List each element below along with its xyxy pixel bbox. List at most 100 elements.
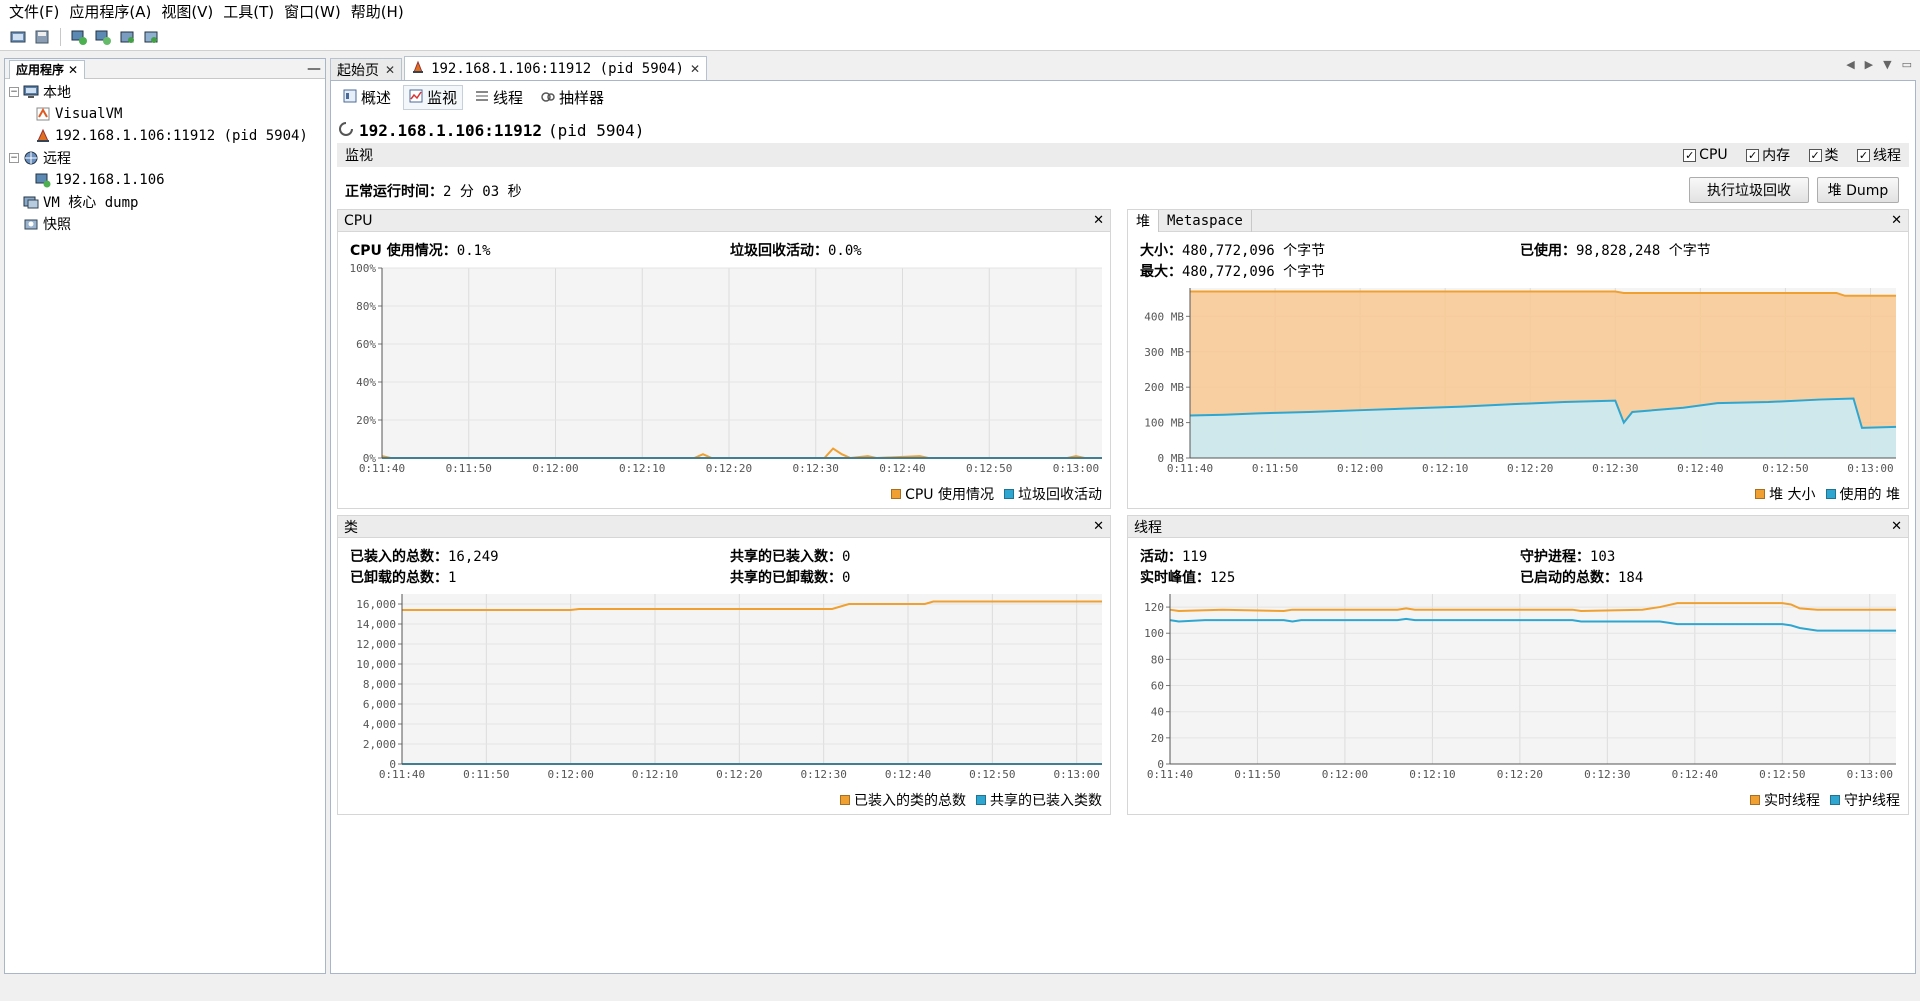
tree-item[interactable]: 192.168.1.106:11912 (pid 5904) <box>5 125 325 147</box>
checkbox-classes[interactable]: ✓ 类 <box>1808 145 1839 165</box>
checkbox-cpu-label: CPU <box>1699 147 1728 163</box>
tab-threads[interactable]: 线程 <box>469 85 529 110</box>
stat-value: 480,772,096 个字节 <box>1182 264 1326 280</box>
y-tick-label: 40 <box>1151 706 1164 719</box>
classes-legend: 已装入的类的总数 共享的已装入类数 <box>840 790 1102 810</box>
tree-item[interactable]: VisualVM <box>5 103 325 125</box>
stat-label: 共享的已卸载数： <box>730 570 842 586</box>
applications-tab[interactable]: 应用程序 ✕ <box>9 59 86 79</box>
x-tick-label: 0:13:00 <box>1053 462 1099 475</box>
tab-controls: ◀ ▶ ▼ ▭ <box>1846 58 1912 71</box>
tree-item-label: 远程 <box>43 151 71 167</box>
java-app-icon <box>411 60 425 78</box>
legend-item: 共享的已装入类数 <box>976 790 1102 810</box>
tree-item[interactable]: VM 核心 dump <box>5 191 325 213</box>
menu-bar: 文件(F) 应用程序(A) 视图(V) 工具(T) 窗口(W) 帮助(H) <box>0 0 1920 24</box>
x-tick-label: 0:12:30 <box>793 462 839 475</box>
tab-heap[interactable]: 堆 <box>1128 209 1159 232</box>
heap-chart: 0:11:40 0:11:50 0:12:00 0:12:10 0:12:20 0:12:… <box>1144 288 1897 475</box>
checkbox-checked-icon: ✓ <box>1746 148 1760 162</box>
close-icon[interactable]: ✕ <box>690 62 700 76</box>
menu-view[interactable]: 视图(V) <box>156 0 218 24</box>
x-tick-label: 0:12:10 <box>619 462 665 475</box>
stat-value: 119 <box>1182 549 1208 565</box>
add-jmx-connection-icon[interactable] <box>69 27 89 47</box>
tree-item-label: 192.168.1.106:11912 (pid 5904) <box>55 128 308 144</box>
tab-metaspace[interactable]: Metaspace <box>1159 209 1252 232</box>
save-icon[interactable] <box>32 27 52 47</box>
y-tick-label: 40% <box>356 376 376 389</box>
load-snapshot-icon[interactable] <box>8 27 28 47</box>
y-tick-label: 80 <box>1151 653 1164 666</box>
y-tick-label: 12,000 <box>356 638 396 651</box>
total-loaded-stat: 已装入的总数：16,249 <box>350 546 499 566</box>
legend-item: CPU 使用情况 <box>891 484 994 504</box>
menu-help[interactable]: 帮助(H) <box>346 0 409 24</box>
network-icon <box>23 150 39 166</box>
tab-overview-label: 概述 <box>361 89 392 107</box>
menu-window[interactable]: 窗口(W) <box>279 0 346 24</box>
minimize-icon[interactable]: — <box>307 61 321 77</box>
legend-item: 堆 大小 <box>1755 484 1816 504</box>
checkbox-threads[interactable]: ✓ 线程 <box>1857 145 1901 165</box>
classes-panel: 类 ✕ 已装入的总数：16,249 已卸载的总数：1 共享的已装入数：0 共享的… <box>337 515 1111 815</box>
collapse-toggle-icon[interactable]: − <box>9 153 19 163</box>
java-app-icon <box>35 128 51 144</box>
close-icon[interactable]: ✕ <box>1891 213 1902 228</box>
add-remote-host-icon[interactable] <box>93 27 113 47</box>
tree-item-label: 192.168.1.106 <box>55 172 165 188</box>
checkbox-checked-icon: ✓ <box>1683 148 1697 162</box>
scroll-left-icon[interactable]: ◀ <box>1846 58 1854 71</box>
y-tick-label: 2,000 <box>363 738 396 751</box>
x-tick-label: 0:11:50 <box>1234 768 1280 781</box>
x-tick-label: 0:12:10 <box>632 768 678 781</box>
legend-item: 守护线程 <box>1830 790 1900 810</box>
y-tick-label: 0 <box>389 758 396 771</box>
y-tick-label: 400 MB <box>1144 310 1184 323</box>
tree-item[interactable]: − 远程 <box>5 147 325 169</box>
x-tick-label: 0:12:30 <box>1584 768 1630 781</box>
tab-start-page[interactable]: 起始页 ✕ <box>330 58 403 80</box>
tab-overview[interactable]: 概述 <box>337 85 397 110</box>
checkbox-cpu[interactable]: ✓ CPU <box>1683 147 1728 163</box>
legend-swatch <box>976 795 986 805</box>
heap-used-stat: 已使用：98,828,248 个字节 <box>1520 240 1711 260</box>
menu-tools[interactable]: 工具(T) <box>218 0 279 24</box>
scroll-right-icon[interactable]: ▶ <box>1865 58 1873 71</box>
close-icon[interactable]: ✕ <box>68 63 78 77</box>
tab-process[interactable]: 192.168.1.106:11912 (pid 5904) ✕ <box>404 56 707 80</box>
checkbox-memory[interactable]: ✓ 内存 <box>1746 145 1790 165</box>
overview-icon <box>343 89 357 107</box>
y-tick-label: 100 <box>1144 627 1164 640</box>
legend-label: 垃圾回收活动 <box>1018 487 1102 503</box>
tab-list-icon[interactable]: ▼ <box>1883 58 1891 71</box>
add-vm-coredump-icon[interactable] <box>117 27 137 47</box>
uptime-label: 正常运行时间： <box>345 184 443 200</box>
tree-item[interactable]: 快照 <box>5 213 325 235</box>
tab-sampler[interactable]: 抽样器 <box>535 85 610 110</box>
applications-tree: − 本地 VisualVM 192.168.1.106:11912 (pid 5904… <box>5 79 325 235</box>
toolbar <box>0 24 1920 51</box>
collapse-toggle-icon[interactable]: − <box>9 87 19 97</box>
close-icon[interactable]: ✕ <box>1093 519 1104 534</box>
close-icon[interactable]: ✕ <box>385 63 395 77</box>
heap-panel: 堆 Metaspace ✕ 大小：480,772,096 个字节 最大：480,… <box>1127 209 1909 509</box>
tree-item[interactable]: − 本地 <box>5 81 325 103</box>
close-icon[interactable]: ✕ <box>1891 519 1902 534</box>
stat-value: 0.0% <box>828 243 862 259</box>
x-tick-label: 0:12:30 <box>1592 462 1638 475</box>
close-icon[interactable]: ✕ <box>1093 213 1104 228</box>
tree-item[interactable]: 192.168.1.106 <box>5 169 325 191</box>
tab-monitor[interactable]: 监视 <box>403 85 464 110</box>
y-tick-label: 20% <box>356 414 376 427</box>
classes-panel-header: 类 ✕ <box>338 516 1110 538</box>
maximize-icon[interactable]: ▭ <box>1902 58 1912 71</box>
document-tabs: 起始页 ✕ 192.168.1.106:11912 (pid 5904) ✕ <box>330 56 709 80</box>
perform-gc-button[interactable]: 执行垃圾回收 <box>1689 177 1809 203</box>
x-tick-label: 0:12:00 <box>532 462 578 475</box>
add-snapshot-icon[interactable] <box>141 27 161 47</box>
heap-dump-button[interactable]: 堆 Dump <box>1817 177 1899 203</box>
menu-file[interactable]: 文件(F) <box>4 0 64 24</box>
daemon-threads-stat: 守护进程：103 <box>1520 546 1615 566</box>
menu-applications[interactable]: 应用程序(A) <box>64 0 156 24</box>
